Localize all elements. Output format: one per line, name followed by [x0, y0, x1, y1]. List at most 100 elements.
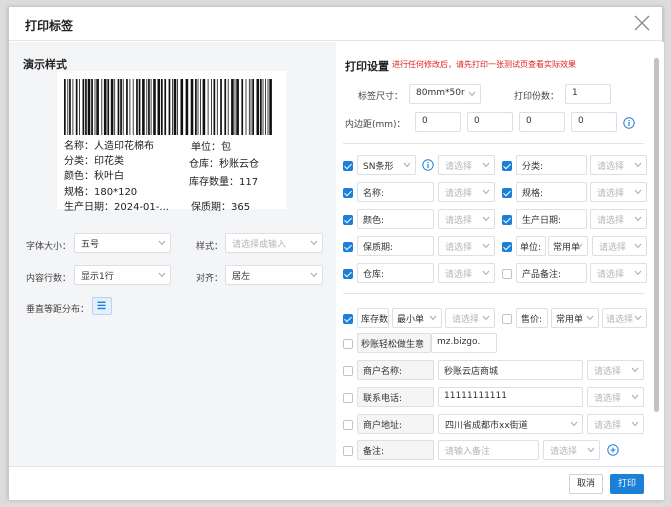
sn-checkbox[interactable]: [343, 161, 353, 171]
unit-select[interactable]: 请选择: [592, 236, 647, 256]
date-select[interactable]: 请选择: [590, 209, 647, 229]
note-select[interactable]: 请选择: [543, 440, 600, 460]
chevron-down-icon: [586, 315, 594, 321]
spec-checkbox[interactable]: [502, 188, 512, 198]
padding-left-input[interactable]: 0: [571, 112, 617, 132]
unit-checkbox[interactable]: [502, 242, 512, 252]
promo-value-field[interactable]: mz.bizgo.: [431, 333, 497, 353]
spec-select[interactable]: 请选择: [590, 182, 647, 202]
preview-title: 演示样式: [23, 58, 67, 71]
stock-unit-select[interactable]: 最小单: [392, 308, 442, 328]
note-field[interactable]: 备注:: [357, 440, 434, 460]
unit-value-select[interactable]: 常用单: [548, 236, 588, 256]
align-select[interactable]: 居左: [225, 265, 323, 285]
promo-checkbox[interactable]: [343, 339, 353, 349]
select-placeholder: 请选择: [599, 243, 627, 253]
copies-input[interactable]: 1: [565, 84, 611, 104]
size-select[interactable]: 80mm*50r: [409, 84, 481, 104]
shop-name-field[interactable]: 商户名称:: [357, 360, 434, 380]
address-value-select[interactable]: 四川省成都市xx街道: [438, 414, 583, 434]
select-placeholder: 请选择: [445, 162, 473, 172]
chevron-down-icon: [634, 189, 642, 195]
name-select[interactable]: 请选择: [438, 182, 495, 202]
name-checkbox[interactable]: [343, 188, 353, 198]
unit-field[interactable]: 单位:: [516, 236, 546, 256]
vertical-distribute-label: 垂直等距分布：: [26, 305, 90, 315]
chevron-down-icon: [631, 394, 639, 400]
shop-name-value-field[interactable]: 秒账云店商城: [438, 360, 583, 380]
lines-select[interactable]: 显示1行: [74, 265, 171, 285]
stock-checkbox[interactable]: [343, 314, 353, 324]
color-field[interactable]: 颜色:: [357, 209, 434, 229]
shop-name-select[interactable]: 请选择: [587, 360, 644, 380]
note-input[interactable]: 请输入备注: [438, 440, 539, 460]
date-field[interactable]: 生产日期:: [516, 209, 587, 229]
address-select[interactable]: 请选择: [587, 414, 644, 434]
chevron-down-icon: [634, 162, 642, 168]
dialog-title-bar: 打印标签: [9, 7, 662, 41]
settings-hint: 进行任何修改后，请先打印一张测试页查看实际效果: [392, 60, 576, 69]
warehouse-checkbox[interactable]: [343, 269, 353, 279]
chevron-down-icon: [634, 243, 642, 249]
chevron-down-icon: [482, 162, 490, 168]
category-select[interactable]: 请选择: [590, 155, 647, 175]
close-icon[interactable]: [632, 13, 652, 33]
phone-field[interactable]: 联系电话:: [357, 387, 434, 407]
select-placeholder: 请选择: [445, 216, 473, 226]
warehouse-field[interactable]: 仓库:: [357, 263, 434, 283]
info-icon[interactable]: [422, 159, 434, 171]
date-checkbox[interactable]: [502, 215, 512, 225]
product-note-field[interactable]: 产品备注:: [516, 263, 587, 283]
color-checkbox[interactable]: [343, 215, 353, 225]
chevron-down-icon: [310, 272, 318, 278]
padding-bottom-input[interactable]: 0: [519, 112, 565, 132]
price-unit-select[interactable]: 常用单: [551, 308, 599, 328]
chevron-down-icon: [631, 367, 639, 373]
promo-field[interactable]: 秒账轻松做生意: [357, 333, 431, 353]
stock-select[interactable]: 请选择: [445, 308, 495, 328]
preview-panel: 演示样式 名称：人造印花棉布 单位：包 分类：印花类 仓库：秒账云仓 颜色：秋叶…: [9, 42, 336, 466]
print-label-dialog: 打印标签 演示样式 名称：人造印花棉布 单位：包 分类：印花类 仓库：秒账云仓 …: [8, 6, 664, 500]
padding-label: 内边距(mm)：: [345, 120, 406, 130]
label-category: 分类：印花类: [64, 156, 124, 167]
print-button[interactable]: 打印: [610, 474, 644, 494]
phone-checkbox[interactable]: [343, 393, 353, 403]
shelf-checkbox[interactable]: [343, 242, 353, 252]
note-checkbox[interactable]: [343, 446, 353, 456]
sn-select[interactable]: SN条形: [357, 155, 416, 175]
style-select[interactable]: 请选择或输入: [225, 233, 323, 253]
price-select[interactable]: 请选择: [602, 308, 647, 328]
shop-name-checkbox[interactable]: [343, 366, 353, 376]
address-checkbox[interactable]: [343, 420, 353, 430]
padding-right-input[interactable]: 0: [467, 112, 513, 132]
address-field[interactable]: 商户地址:: [357, 414, 434, 434]
vertical-distribute-button[interactable]: [92, 297, 112, 315]
add-circle-icon[interactable]: [607, 444, 619, 456]
font-size-select[interactable]: 五号: [74, 233, 171, 253]
chevron-down-icon: [482, 270, 490, 276]
info-icon[interactable]: [623, 117, 635, 129]
chevron-down-icon: [482, 189, 490, 195]
shelf-select[interactable]: 请选择: [438, 236, 495, 256]
price-checkbox[interactable]: [502, 314, 512, 324]
product-note-select[interactable]: 请选择: [590, 263, 647, 283]
category-field[interactable]: 分类:: [516, 155, 587, 175]
product-note-checkbox[interactable]: [502, 269, 512, 279]
spec-field[interactable]: 规格:: [516, 182, 587, 202]
stock-field[interactable]: 库存数: [357, 308, 389, 328]
category-checkbox[interactable]: [502, 161, 512, 171]
chevron-down-icon: [482, 243, 490, 249]
phone-value-field[interactable]: 11111111111: [438, 387, 583, 407]
cancel-button[interactable]: 取消: [569, 474, 603, 494]
padding-top-input[interactable]: 0: [415, 112, 461, 132]
name-field[interactable]: 名称:: [357, 182, 434, 202]
chevron-down-icon: [631, 421, 639, 427]
shelf-field[interactable]: 保质期:: [357, 236, 434, 256]
settings-scrollbar[interactable]: [654, 58, 659, 412]
phone-select[interactable]: 请选择: [587, 387, 644, 407]
sn-option-select[interactable]: 请选择: [438, 155, 495, 175]
align-value: 居左: [232, 272, 251, 282]
price-field[interactable]: 售价:: [516, 308, 548, 328]
warehouse-select[interactable]: 请选择: [438, 263, 495, 283]
color-select[interactable]: 请选择: [438, 209, 495, 229]
